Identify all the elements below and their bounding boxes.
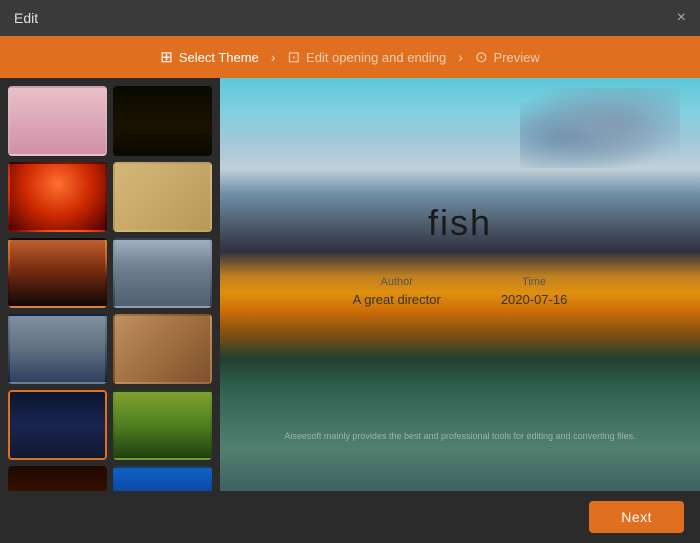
theme-thumb-1[interactable] — [113, 86, 212, 156]
step-select-theme[interactable]: ⊞ Select Theme — [160, 48, 259, 66]
theme-thumbnail-panel: ⬇ ⬇ — [0, 78, 220, 491]
time-label: Time — [501, 276, 568, 288]
meta-time: Time 2020-07-16 — [501, 276, 568, 307]
main-content: ⬇ ⬇ fish Author A great director Time 20… — [0, 78, 700, 491]
theme-thumb-7[interactable] — [113, 314, 212, 384]
theme-icon: ⊞ — [160, 48, 173, 66]
preview-title: fish — [428, 202, 492, 244]
theme-thumb-11[interactable]: ⬇ — [113, 466, 212, 491]
theme-thumb-3[interactable] — [113, 162, 212, 232]
author-value: A great director — [353, 292, 441, 307]
dialog-title: Edit — [14, 10, 38, 26]
theme-thumb-0[interactable] — [8, 86, 107, 156]
preview-panel: fish Author A great director Time 2020-0… — [220, 78, 700, 491]
theme-thumb-4[interactable] — [8, 238, 107, 308]
theme-thumb-10[interactable]: ⬇ — [8, 466, 107, 491]
time-value: 2020-07-16 — [501, 292, 568, 307]
preview-meta: Author A great director Time 2020-07-16 — [353, 276, 568, 307]
step-edit-opening[interactable]: ⊡ Edit opening and ending — [287, 48, 446, 66]
bottom-bar: Next — [0, 491, 700, 543]
theme-thumb-2[interactable] — [8, 162, 107, 232]
preview-cloud — [520, 88, 680, 168]
theme-thumb-6[interactable] — [8, 314, 107, 384]
step-arrow-1: › — [271, 49, 276, 65]
preview-icon: ⊙ — [475, 48, 488, 66]
edit-icon: ⊡ — [287, 48, 300, 66]
step-bar: ⊞ Select Theme › ⊡ Edit opening and endi… — [0, 36, 700, 78]
meta-author: Author A great director — [353, 276, 441, 307]
close-button[interactable]: × — [677, 10, 686, 26]
next-button[interactable]: Next — [589, 501, 684, 533]
theme-thumb-8[interactable] — [8, 390, 107, 460]
step-preview[interactable]: ⊙ Preview — [475, 48, 540, 66]
title-bar: Edit × — [0, 0, 700, 36]
preview-footer: Aiseesoft mainly provides the best and p… — [284, 431, 635, 441]
step-edit-label: Edit opening and ending — [306, 50, 446, 65]
step-arrow-2: › — [458, 49, 463, 65]
theme-thumb-5[interactable] — [113, 238, 212, 308]
theme-thumb-9[interactable] — [113, 390, 212, 460]
step-preview-label: Preview — [494, 50, 540, 65]
step-theme-label: Select Theme — [179, 50, 259, 65]
author-label: Author — [353, 276, 441, 288]
